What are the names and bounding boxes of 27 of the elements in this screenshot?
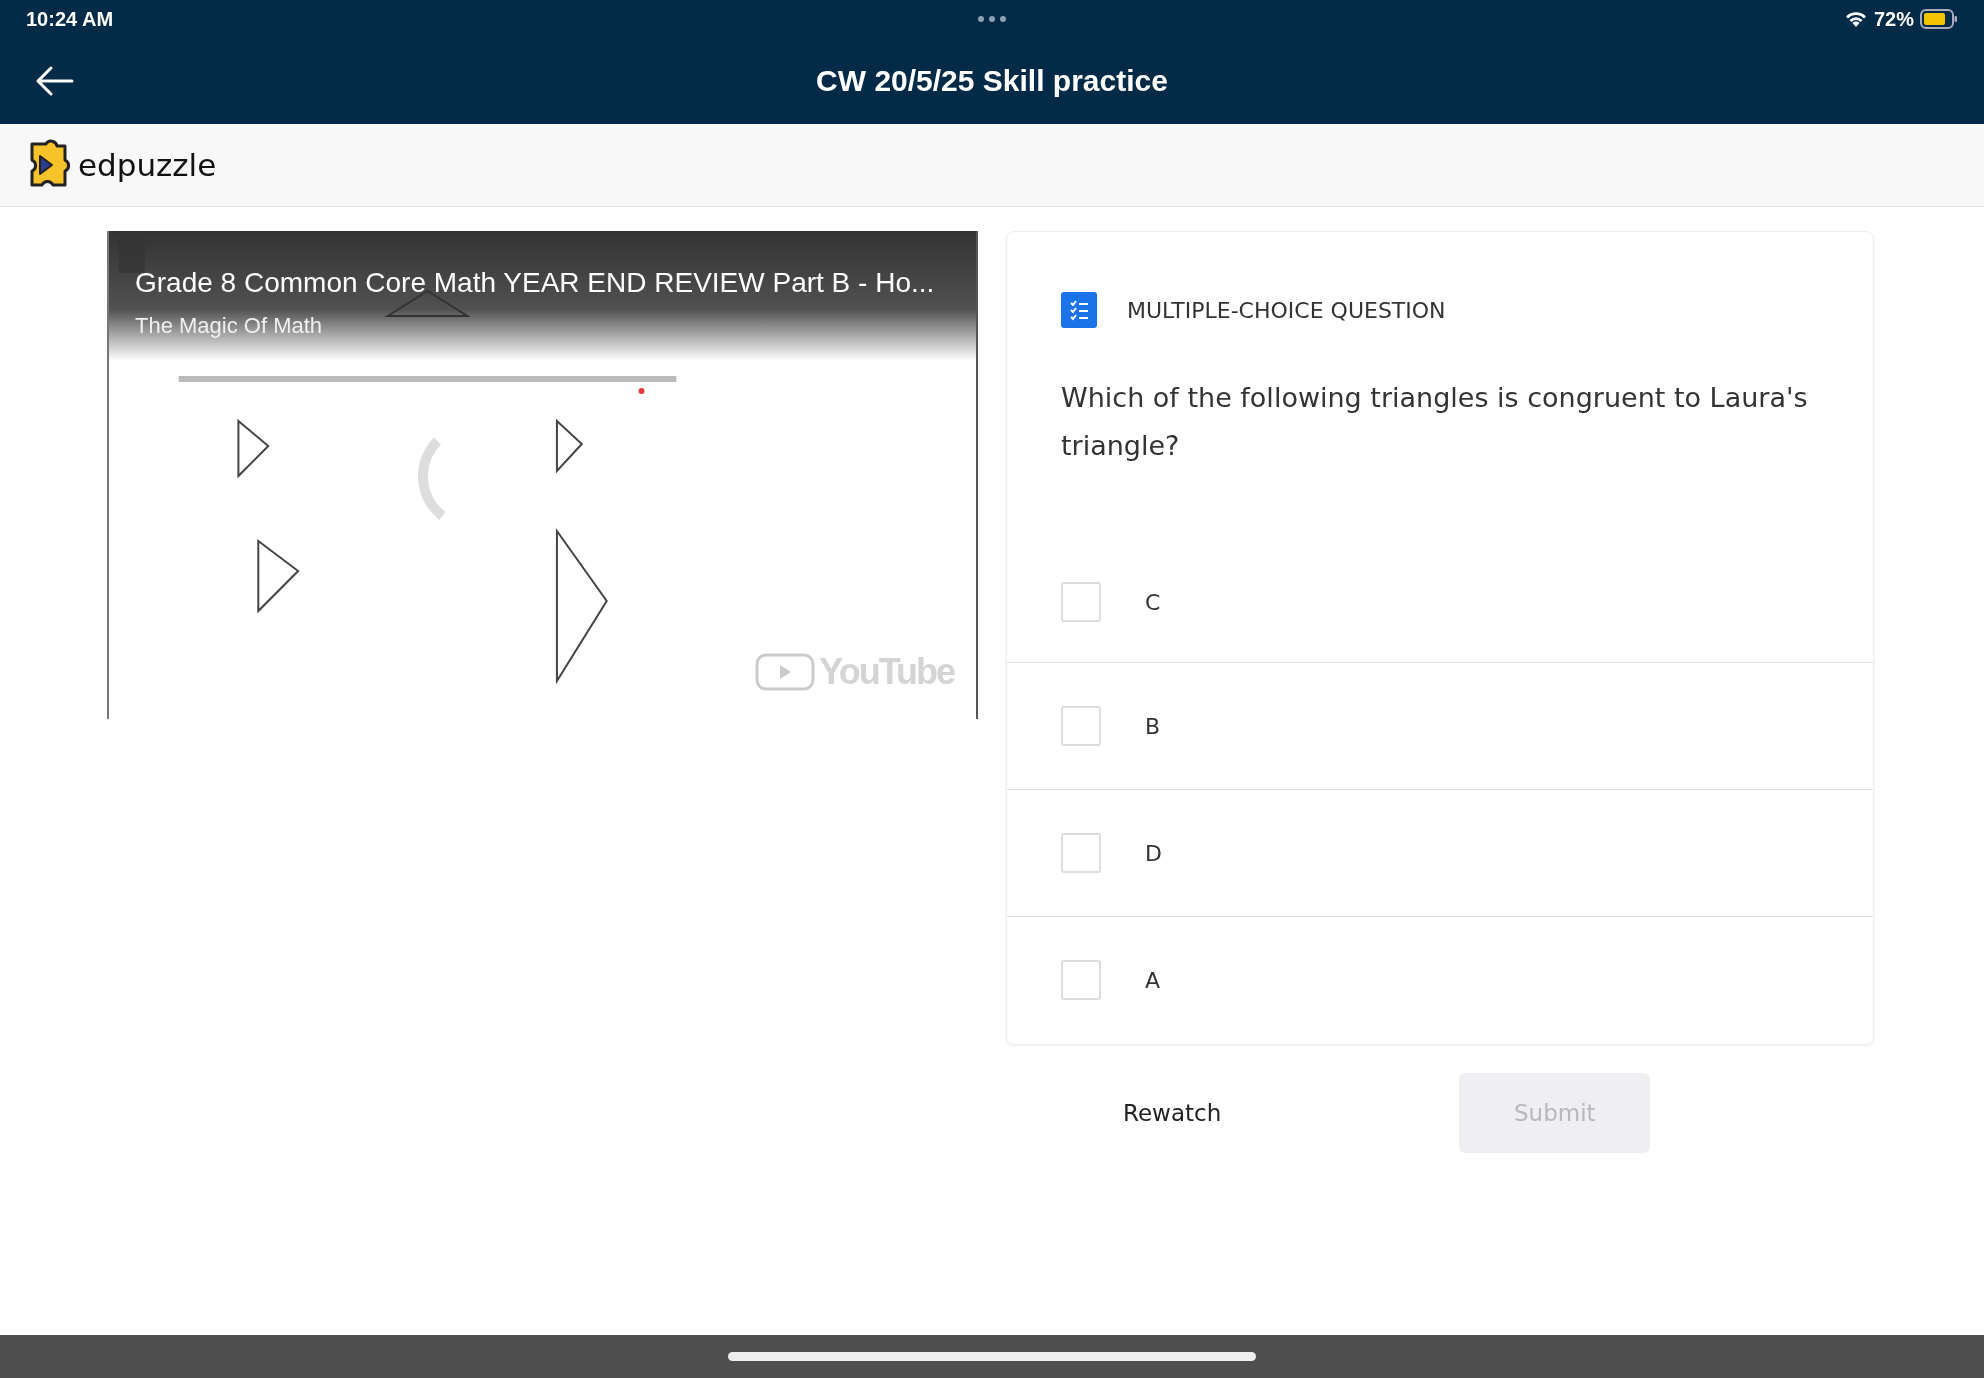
- checkbox[interactable]: [1061, 960, 1101, 1000]
- battery-icon: [1920, 9, 1958, 29]
- checkbox[interactable]: [1061, 706, 1101, 746]
- question-type-label: MULTIPLE-CHOICE QUESTION: [1127, 297, 1446, 323]
- wifi-icon: [1843, 10, 1868, 28]
- answer-option[interactable]: D: [1007, 789, 1873, 916]
- home-indicator[interactable]: [728, 1352, 1256, 1361]
- status-time: 10:24 AM: [26, 7, 115, 31]
- question-text: Which of the following triangles is congruent to Laura's triangle?: [1060, 381, 1809, 463]
- brand-name: edpuzzle: [78, 147, 217, 183]
- video-title[interactable]: Grade 8 Common Core Math YEAR END REVIEW Part B - Ho...: [135, 267, 935, 299]
- answer-option[interactable]: B: [1007, 662, 1873, 789]
- checklist-icon: [1061, 292, 1097, 328]
- answer-option[interactable]: C: [1007, 542, 1873, 662]
- rewatch-button[interactable]: Rewatch: [1103, 1090, 1242, 1136]
- play-icon: [755, 653, 816, 691]
- back-arrow-icon[interactable]: [34, 65, 74, 97]
- option-label: B: [1145, 713, 1161, 739]
- checkbox[interactable]: [1061, 582, 1101, 622]
- battery-percentage: 72%: [1873, 7, 1914, 31]
- option-label: A: [1145, 967, 1161, 993]
- option-label: D: [1145, 840, 1162, 866]
- option-label: C: [1145, 589, 1161, 615]
- answer-option[interactable]: A: [1007, 916, 1873, 1043]
- page-title: CW 20/5/25 Skill practice: [816, 64, 1168, 98]
- checkbox[interactable]: [1061, 833, 1101, 873]
- more-dots-icon: [977, 15, 1007, 23]
